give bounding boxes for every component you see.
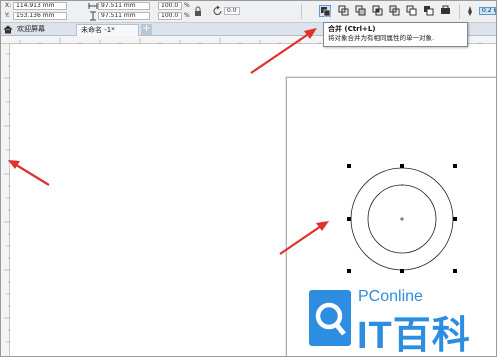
watermark-brand: IT百科 [357, 315, 471, 357]
arrow-to-object [279, 223, 325, 255]
arrow-to-ruler [12, 162, 50, 186]
arrow-to-combine-button [250, 30, 314, 74]
app-window: X: Y: 114.913 mm 153.136 mm 97.511 mm 97… [0, 0, 497, 357]
watermark: PConline IT百科 [309, 286, 494, 356]
pconline-logo [309, 290, 351, 346]
